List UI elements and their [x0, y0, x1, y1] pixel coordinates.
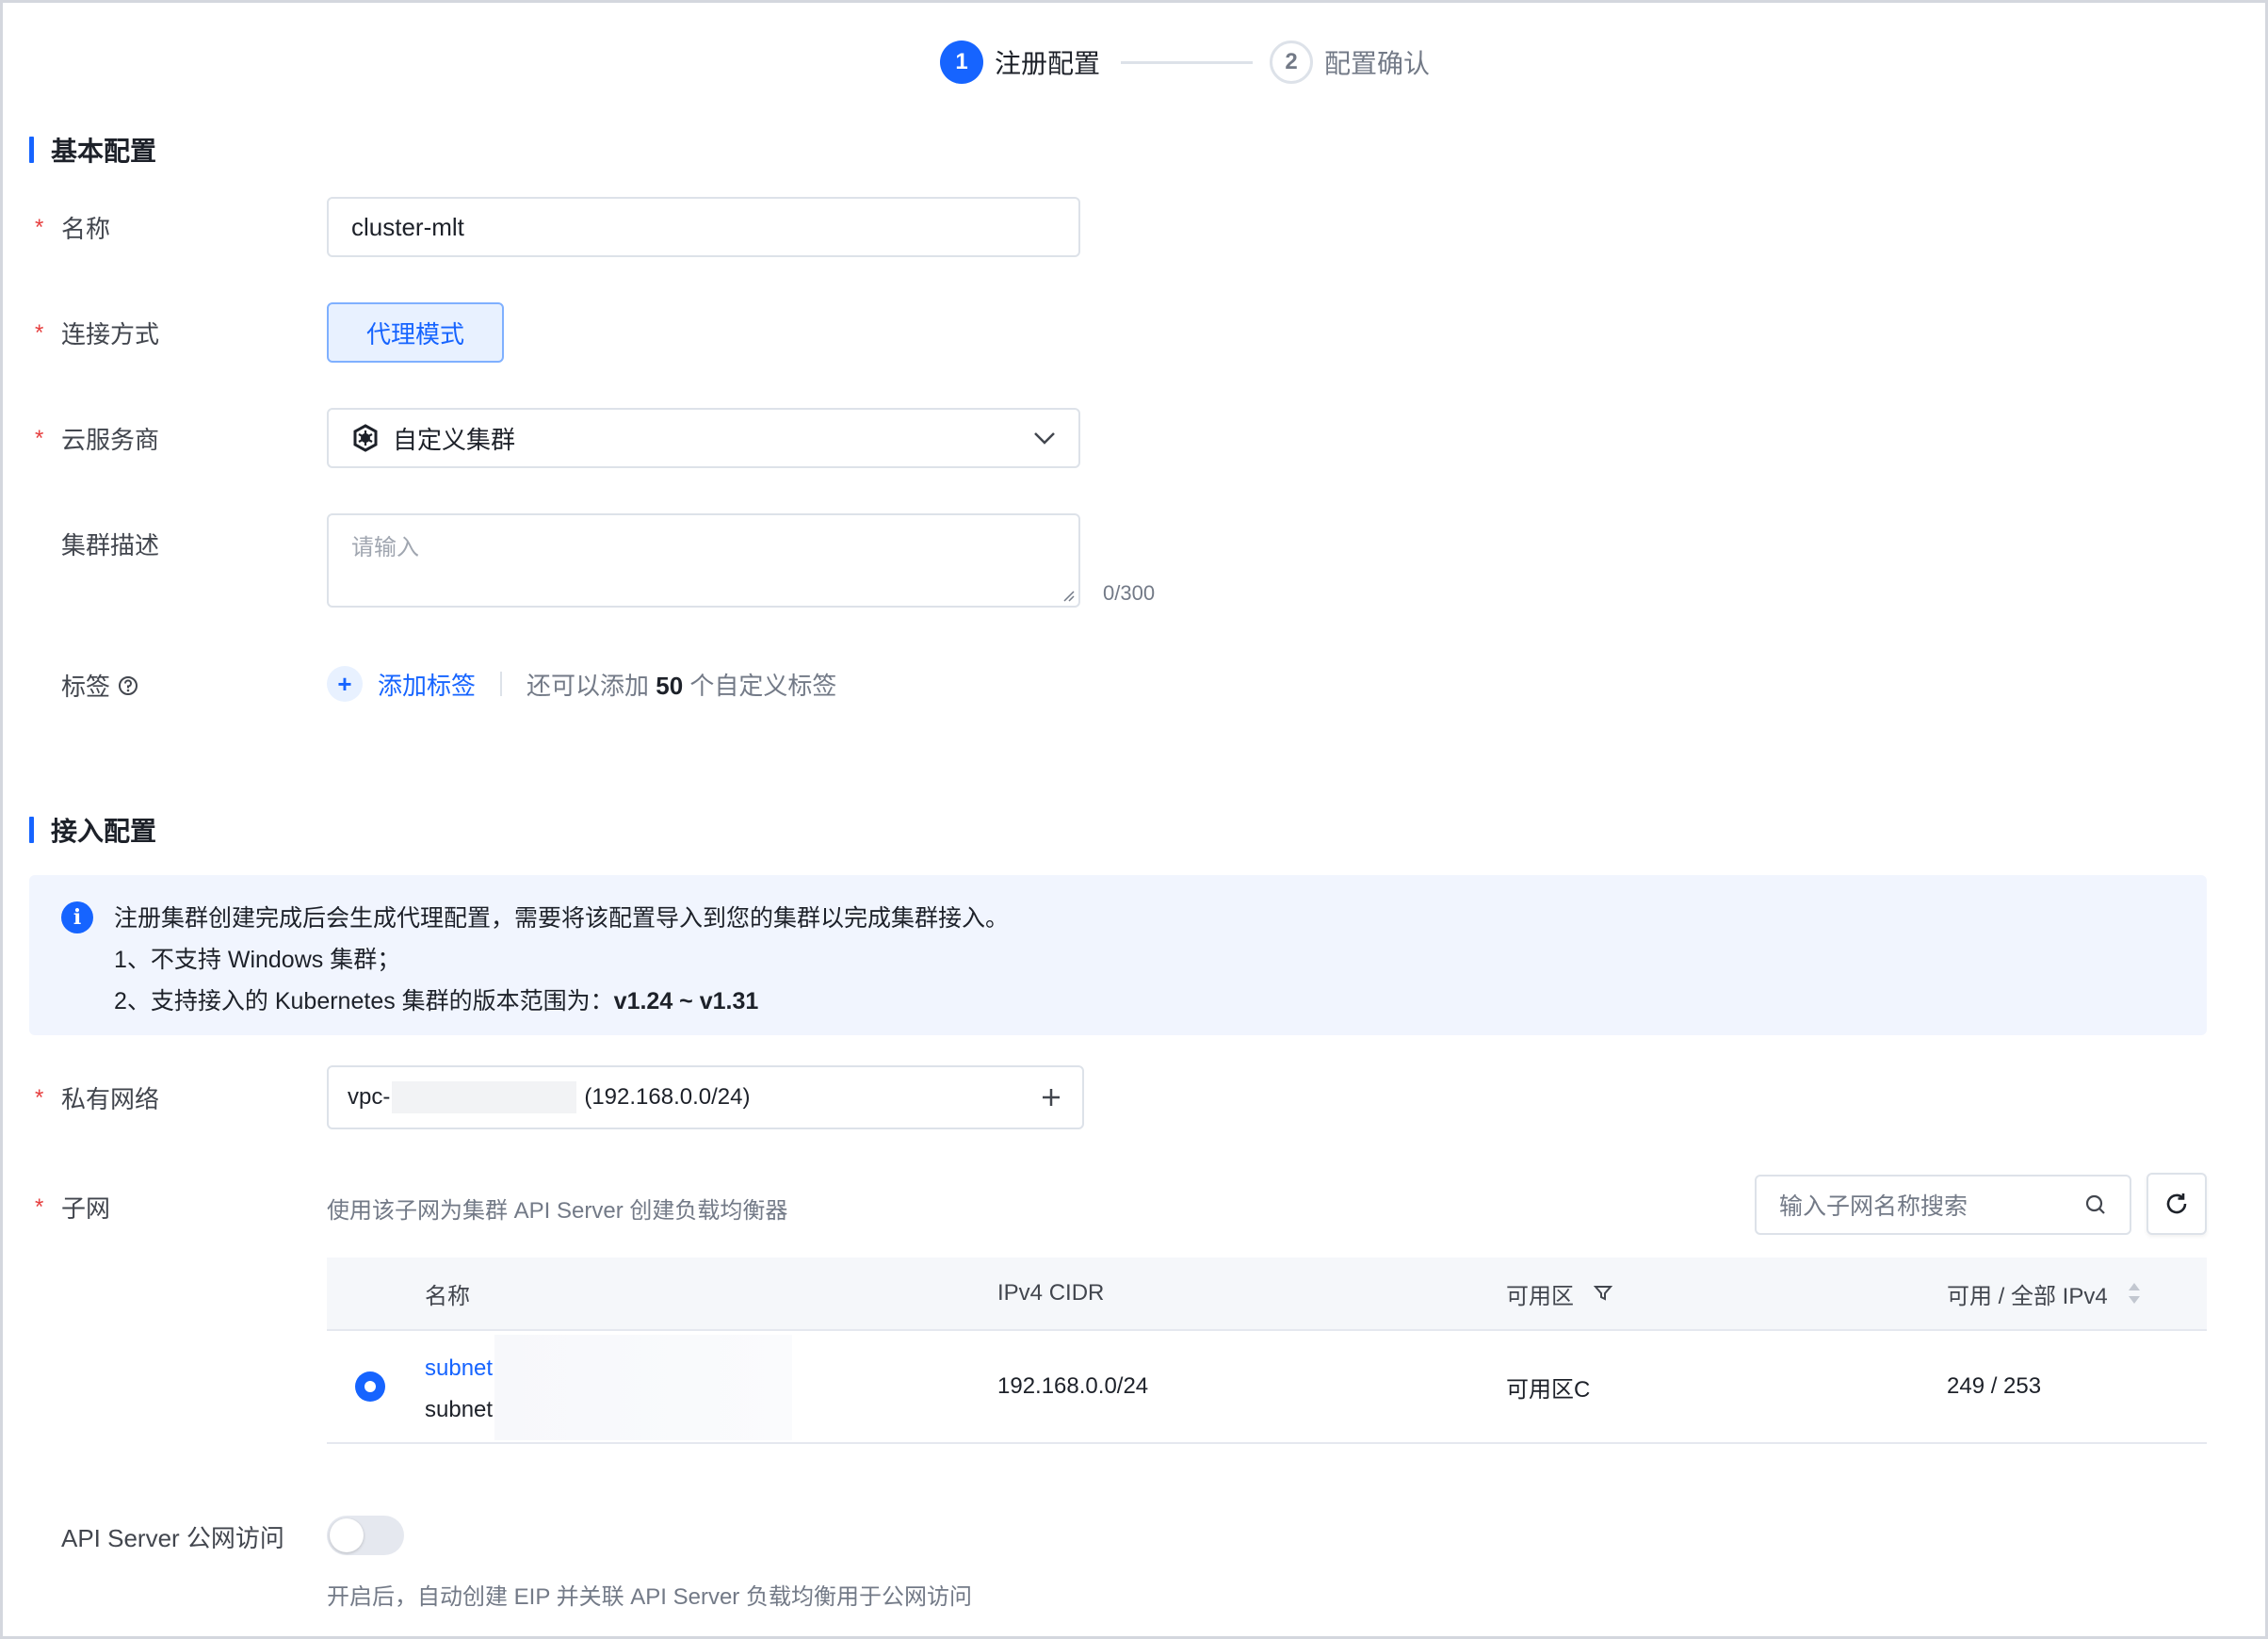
resize-grip-icon[interactable] — [1061, 589, 1075, 602]
info-line-3: 2、支持接入的 Kubernetes 集群的版本范围为：v1.24 ~ v1.3… — [114, 988, 759, 1014]
step-2-number: 2 — [1270, 41, 1314, 84]
api-server-hint: 开启后，自动创建 EIP 并关联 API Server 负载均衡用于公网访问 — [327, 1584, 972, 1610]
col-name: 名称 — [425, 1283, 470, 1309]
provider-label: * 云服务商 — [35, 425, 160, 455]
plus-icon[interactable] — [1041, 1087, 1061, 1108]
page-frame: 1 注册配置 2 配置确认 基本配置 * 名称 cluster-mlt * 连接方式… — [0, 0, 2268, 1639]
description-counter: 0/300 — [1103, 581, 1156, 605]
sort-icon[interactable] — [2127, 1280, 2142, 1306]
chevron-down-icon — [1034, 432, 1055, 445]
col-zone: 可用区 — [1506, 1277, 1613, 1310]
col-ips: 可用 / 全部 IPv4 — [1947, 1277, 2142, 1310]
subnet-radio[interactable] — [355, 1371, 385, 1402]
vpc-select[interactable]: vpc- (192.168.0.0/24) — [327, 1065, 1084, 1129]
name-input[interactable]: cluster-mlt — [327, 197, 1080, 257]
add-tag-plus-icon[interactable]: + — [327, 666, 363, 702]
tag-row: + 添加标签 还可以添加 50 个自定义标签 — [327, 664, 836, 704]
step-1-label: 注册配置 — [995, 49, 1101, 78]
subnet-label: * 子网 — [35, 1193, 111, 1224]
info-alert: i 注册集群创建完成后会生成代理配置，需要将该配置导入到您的集群以完成集群接入。… — [29, 875, 2207, 1035]
search-icon[interactable] — [2084, 1193, 2107, 1216]
info-line-1: 注册集群创建完成后会生成代理配置，需要将该配置导入到您的集群以完成集群接入。 — [114, 905, 1010, 932]
api-server-public-toggle[interactable] — [327, 1516, 404, 1555]
name-label: * 名称 — [35, 214, 111, 244]
vpc-label: * 私有网络 — [35, 1084, 160, 1114]
help-circle-icon[interactable] — [118, 675, 138, 696]
description-label: 集群描述 — [61, 531, 160, 560]
info-line-2: 1、不支持 Windows 集群； — [114, 947, 401, 973]
info-icon: i — [61, 901, 93, 933]
col-cidr: IPv4 CIDR — [997, 1280, 1105, 1306]
table-header: 名称 IPv4 CIDR 可用区 可用 / 全部 IPv4 — [327, 1258, 2207, 1331]
subnet-search-input[interactable]: 输入子网名称搜索 — [1755, 1175, 2131, 1235]
section-access-title: 接入配置 — [29, 811, 156, 849]
step-1-number: 1 — [940, 41, 983, 84]
tag-quota-hint: 还可以添加 50 个自定义标签 — [526, 671, 837, 700]
subnet-ips: 249 / 253 — [1947, 1373, 2042, 1399]
tag-label: 标签 — [35, 668, 138, 703]
stepper: 1 注册配置 2 配置确认 — [940, 39, 1430, 86]
step-2-label: 配置确认 — [1324, 49, 1431, 78]
description-textarea[interactable]: 请输入 — [327, 513, 1080, 608]
proxy-mode-button[interactable]: 代理模式 — [327, 302, 504, 363]
provider-select[interactable]: 自定义集群 — [327, 408, 1080, 468]
table-row[interactable]: subnet subnet 192.168.0.0/24 可用区C 249 / … — [327, 1331, 2207, 1444]
subnet-hint: 使用该子网为集群 API Server 创建负载均衡器 — [327, 1198, 788, 1224]
step-connector — [1121, 60, 1254, 64]
refresh-button[interactable] — [2146, 1173, 2207, 1235]
filter-icon[interactable] — [1593, 1283, 1613, 1304]
subnet-name-link[interactable]: subnet — [425, 1355, 493, 1381]
subnet-zone: 可用区C — [1506, 1376, 1591, 1403]
add-tag-link[interactable]: 添加标签 — [378, 667, 476, 702]
connection-label: * 连接方式 — [35, 319, 160, 349]
subnet-table: 名称 IPv4 CIDR 可用区 可用 / 全部 IPv4 subnet sub… — [327, 1258, 2207, 1444]
subnet-cidr: 192.168.0.0/24 — [997, 1373, 1149, 1399]
kubernetes-icon — [353, 424, 378, 452]
section-basic-title: 基本配置 — [29, 131, 156, 169]
refresh-icon — [2166, 1193, 2187, 1214]
api-server-label: API Server 公网访问 — [61, 1524, 284, 1552]
subnet-id: subnet — [425, 1397, 494, 1422]
